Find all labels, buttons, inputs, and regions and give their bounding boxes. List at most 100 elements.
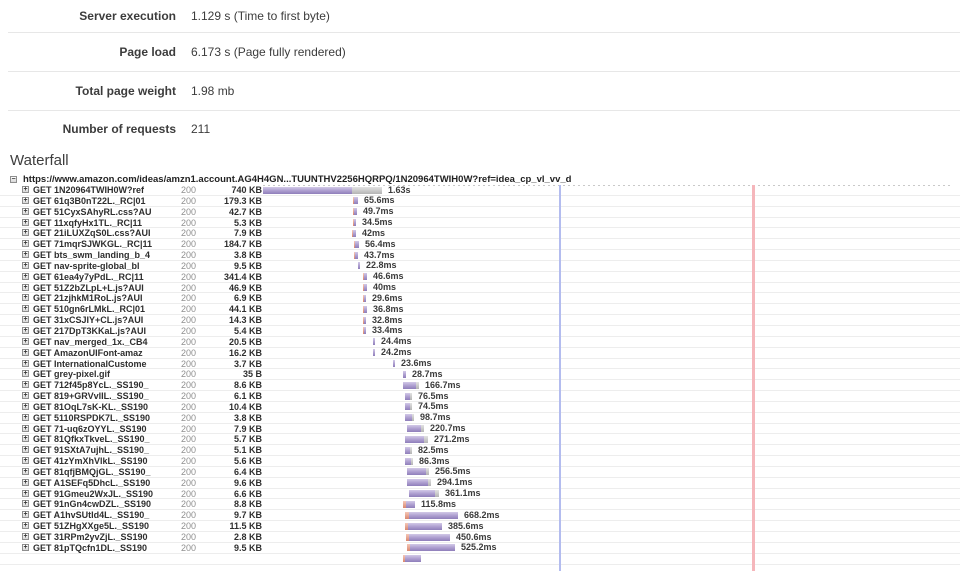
expand-icon[interactable]: + — [22, 261, 29, 269]
timing-bar[interactable]: 65.6ms — [353, 196, 395, 205]
expand-icon[interactable]: + — [22, 424, 29, 432]
timing-bar[interactable]: 525.2ms — [407, 543, 497, 552]
request-row[interactable]: + GET 61q3B0nT22L._RC|01 200 179.3 KB 65.6ms — [0, 196, 960, 207]
request-row[interactable]: + GET A1SEFq5DhcL._SS190 200 9.6 KB 294.1ms — [0, 478, 960, 489]
request-row[interactable]: + GET 1N20964TWIH0W?ref 200 740 KB 1.63s — [0, 185, 960, 196]
request-row[interactable]: + GET 41zYmXhVlkL._SS190 200 5.6 KB 86.3ms — [0, 456, 960, 467]
expand-icon[interactable]: + — [22, 435, 29, 443]
collapse-icon[interactable]: − — [10, 176, 17, 183]
expand-icon[interactable]: + — [22, 511, 29, 519]
expand-icon[interactable]: + — [22, 229, 29, 237]
expand-icon[interactable]: + — [22, 446, 29, 454]
expand-icon[interactable]: + — [22, 251, 29, 259]
expand-icon[interactable]: + — [22, 467, 29, 475]
timing-bar[interactable]: 28.7ms — [403, 369, 443, 378]
request-row[interactable]: + GET 712f45p8YcL._SS190_ 200 8.6 KB 166.7ms — [0, 380, 960, 392]
expand-icon[interactable]: + — [22, 359, 29, 367]
timing-bar[interactable]: 23.6ms — [393, 359, 432, 368]
request-row[interactable]: + GET 5110RSPDK7L._SS190 200 3.8 KB 98.7ms — [0, 413, 960, 424]
timing-bar[interactable]: 36.8ms — [363, 304, 404, 313]
timing-bar[interactable]: 82.5ms — [405, 445, 449, 454]
expand-icon[interactable]: + — [22, 533, 29, 540]
expand-icon[interactable]: + — [22, 294, 29, 302]
request-row[interactable]: + GET 51Z2bZLpL+L.js?AUI 200 46.9 KB 40ms — [0, 283, 960, 294]
timing-bar[interactable]: 43.7ms — [354, 250, 395, 259]
timing-bar[interactable]: 24.2ms — [373, 348, 412, 357]
root-url-row[interactable]: − https://www.amazon.com/ideas/amzn1.acc… — [0, 174, 960, 185]
expand-icon[interactable]: + — [22, 370, 29, 378]
request-row[interactable]: + GET nav-sprite-global_bl 200 9.5 KB 22.8ms — [0, 261, 960, 272]
timing-bar[interactable]: 294.1ms — [407, 478, 473, 487]
request-row[interactable]: + GET 71mqrSJWKGL._RC|11 200 184.7 KB 56.4ms — [0, 239, 960, 251]
expand-icon[interactable]: + — [22, 196, 29, 204]
timing-bar[interactable]: 42ms — [352, 228, 385, 237]
expand-icon[interactable]: + — [22, 186, 29, 193]
timing-bar[interactable]: 29.6ms — [363, 293, 403, 302]
timing-bar[interactable]: 86.3ms — [405, 456, 450, 465]
expand-icon[interactable]: + — [22, 413, 29, 421]
request-row[interactable]: + GET 51ZHgXXge5L._SS190 200 11.5 KB 385.6ms — [0, 521, 960, 532]
expand-icon[interactable]: + — [22, 402, 29, 410]
timing-bar[interactable]: 361.1ms — [409, 489, 481, 498]
expand-icon[interactable]: + — [22, 283, 29, 291]
request-row[interactable]: + GET nav_merged_1x._CB4 200 20.5 KB 24.4ms — [0, 337, 960, 348]
expand-icon[interactable]: + — [22, 500, 29, 508]
timing-bar[interactable]: 1.63s — [263, 185, 411, 194]
expand-icon[interactable]: + — [22, 240, 29, 248]
timing-bar[interactable]: 668.2ms — [405, 510, 500, 519]
timing-bar[interactable]: 24.4ms — [373, 337, 412, 346]
expand-icon[interactable]: + — [22, 392, 29, 400]
expand-icon[interactable]: + — [22, 381, 29, 389]
expand-icon[interactable]: + — [22, 522, 29, 530]
request-row[interactable]: + GET bts_swm_landing_b_4 200 3.8 KB 43.7ms — [0, 250, 960, 261]
request-row[interactable]: + GET 81pTQcfn1DL._SS190 200 9.5 KB 525.2ms — [0, 543, 960, 554]
request-row[interactable]: + GET 51CyxSAhyRL.css?AU 200 42.7 KB 49.7ms — [0, 207, 960, 218]
request-row[interactable]: + GET 91SXtA7ujhL._SS190_ 200 5.1 KB 82.5ms — [0, 445, 960, 457]
expand-icon[interactable]: + — [22, 337, 29, 345]
expand-icon[interactable]: + — [22, 348, 29, 356]
timing-bar[interactable]: 49.7ms — [353, 207, 394, 216]
timing-bar[interactable]: 74.5ms — [405, 402, 449, 411]
request-row[interactable]: + GET 91nGn4cwDZL._SS190 200 8.8 KB 115.8ms — [0, 499, 960, 511]
expand-icon[interactable]: + — [22, 207, 29, 215]
timing-bar[interactable]: 34.5ms — [353, 218, 393, 227]
timing-bar[interactable]: 166.7ms — [403, 380, 461, 389]
expand-icon[interactable]: + — [22, 218, 29, 226]
expand-icon[interactable]: + — [22, 478, 29, 486]
request-row[interactable]: + GET 31xCSJIY+CL.js?AUI 200 14.3 KB 32.8ms — [0, 315, 960, 326]
timing-bar[interactable]: 256.5ms — [407, 467, 471, 476]
timing-bar[interactable]: 271.2ms — [405, 434, 470, 443]
request-row[interactable]: + GET AmazonUIFont-amaz 200 16.2 KB 24.2ms — [0, 348, 960, 359]
timing-bar[interactable]: 32.8ms — [363, 315, 403, 324]
timing-bar[interactable]: 220.7ms — [407, 424, 466, 433]
request-row[interactable]: + GET 819+GRVvlIL._SS190_ 200 6.1 KB 76.5ms — [0, 391, 960, 402]
timing-bar[interactable]: 56.4ms — [354, 239, 396, 248]
request-row[interactable]: + GET 510gn6rLMkL._RC|01 200 44.1 KB 36.8ms — [0, 304, 960, 316]
expand-icon[interactable]: + — [22, 457, 29, 465]
request-row[interactable]: + GET 11xqfyHx1TL._RC|11 200 5.3 KB 34.5ms — [0, 218, 960, 229]
timing-bar[interactable]: 115.8ms — [403, 499, 456, 508]
expand-icon[interactable]: + — [22, 543, 29, 551]
timing-bar[interactable]: 22.8ms — [358, 261, 397, 270]
timing-bar[interactable]: 46.6ms — [363, 272, 404, 281]
request-row[interactable]: + GET 91Gmeu2WxJL._SS190 200 6.6 KB 361.1ms — [0, 489, 960, 500]
request-row[interactable]: + GET 217DpT3KKaL.js?AUI 200 5.4 KB 33.4ms — [0, 326, 960, 337]
expand-icon[interactable]: + — [22, 272, 29, 280]
timing-bar[interactable]: 40ms — [363, 283, 396, 292]
request-row[interactable]: + GET InternationalCustome 200 3.7 KB 23.6ms — [0, 359, 960, 370]
request-row[interactable]: + GET 81OqL7sK-KL._SS190 200 10.4 KB 74.5ms — [0, 402, 960, 413]
timing-bar[interactable]: 385.6ms — [405, 521, 484, 530]
timing-bar[interactable] — [403, 555, 421, 563]
request-row[interactable]: + GET 21zjhkM1RoL.js?AUI 200 6.9 KB 29.6ms — [0, 293, 960, 305]
timing-bar[interactable]: 33.4ms — [363, 326, 403, 335]
timing-bar[interactable]: 450.6ms — [406, 532, 492, 541]
expand-icon[interactable]: + — [22, 489, 29, 497]
timing-bar[interactable]: 98.7ms — [405, 413, 451, 422]
request-row[interactable]: + GET 61ea4y7yPdL._RC|11 200 341.4 KB 46.6ms — [0, 272, 960, 283]
request-row[interactable]: + GET 71-uq6zOYYL._SS190 200 7.9 KB 220.7ms — [0, 424, 960, 435]
request-row[interactable]: + GET 81QfkxTkveL._SS190_ 200 5.7 KB 271.2ms — [0, 434, 960, 446]
expand-icon[interactable]: + — [22, 305, 29, 313]
request-row[interactable]: + GET A1hvSUtId4L._SS190_ 200 9.7 KB 668.2ms — [0, 510, 960, 522]
expand-icon[interactable]: + — [22, 316, 29, 324]
timing-bar[interactable]: 76.5ms — [405, 391, 449, 400]
